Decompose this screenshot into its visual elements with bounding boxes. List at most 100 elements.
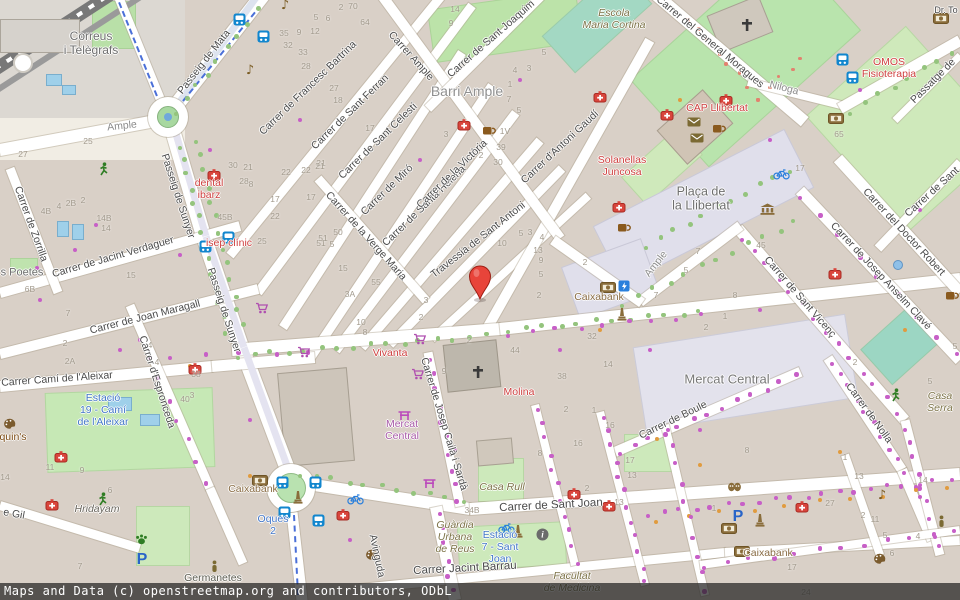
map-dot xyxy=(743,192,748,197)
music-venue-icon: ♪ xyxy=(246,61,254,79)
map-dot xyxy=(875,91,880,96)
map-dot xyxy=(241,322,246,327)
map-dot xyxy=(624,505,628,509)
poi-label: OMOSFisioterapia xyxy=(862,56,916,80)
house-number: 5 xyxy=(314,12,319,22)
map-dot xyxy=(351,346,356,351)
map-dot xyxy=(197,213,202,218)
map-dot xyxy=(552,326,556,330)
poi-label: Caixabank xyxy=(228,483,278,495)
house-number: 4 xyxy=(916,531,921,541)
house-number: 27 xyxy=(18,149,27,159)
map-dot xyxy=(226,44,231,49)
place-label: Correusi Telègrafs xyxy=(64,30,118,58)
map-dot xyxy=(234,307,239,312)
map-dot xyxy=(899,484,903,488)
house-number: 5 xyxy=(928,376,933,386)
house-number: 2 xyxy=(585,483,590,493)
house-number: 2 xyxy=(537,290,542,300)
map-dot xyxy=(275,352,279,356)
map-dot xyxy=(681,499,685,503)
house-number: 1V xyxy=(500,126,510,136)
poi-label: SolanellasJuncosa xyxy=(598,154,646,178)
poi-label: Caixabank xyxy=(574,291,624,303)
house-number: 2 xyxy=(853,357,858,367)
map-dot xyxy=(185,96,190,101)
house-number: 5 xyxy=(684,265,689,275)
house-number: 5 xyxy=(519,228,524,238)
house-number: 3 xyxy=(528,227,533,237)
parking-icon: P xyxy=(137,551,148,569)
house-number: 2 xyxy=(63,338,68,348)
house-number: 2 xyxy=(861,510,866,520)
map-dot xyxy=(745,86,749,90)
poi-label: isep clínic xyxy=(206,237,252,249)
map-dot xyxy=(524,325,529,330)
house-number: 4 xyxy=(57,201,62,211)
house-number: 1 xyxy=(843,452,848,462)
house-number: 17 xyxy=(270,194,279,204)
house-number: 40 xyxy=(180,394,189,404)
map-dot xyxy=(633,443,637,447)
building xyxy=(476,437,514,466)
place-label: Mercat Central xyxy=(684,373,769,388)
map-dot xyxy=(794,372,798,376)
poi-label: Vivanta xyxy=(373,347,408,359)
house-number: 13 xyxy=(614,497,623,507)
poi-label: CasaSerra xyxy=(927,390,953,414)
house-number: 7 xyxy=(78,561,83,571)
map-dot xyxy=(539,323,544,328)
house-number: 6B xyxy=(25,284,35,294)
map-dot xyxy=(383,341,388,346)
map-dot xyxy=(908,440,912,444)
poi-label: EscolaMaria Cortina xyxy=(582,7,645,31)
map-dot xyxy=(682,313,687,318)
map-dot xyxy=(287,351,292,356)
house-number: 18 xyxy=(333,95,342,105)
map-dot xyxy=(910,454,914,458)
house-number: 7 xyxy=(507,94,512,104)
house-number: 13 xyxy=(533,245,542,255)
map-dot xyxy=(818,546,822,550)
poi-label: Molina xyxy=(504,386,535,398)
map-dot xyxy=(182,157,187,162)
house-number: 15 xyxy=(126,270,135,280)
music-venue-icon: ♪ xyxy=(878,486,886,504)
map-dot xyxy=(895,412,899,416)
poi-label: Oques2 xyxy=(258,513,289,537)
map-dot xyxy=(862,372,866,376)
map-dot xyxy=(234,34,239,39)
map-canvas[interactable]: ♪♪♪PPi2725359125627064323328271817211494… xyxy=(0,0,960,600)
house-number: 51 xyxy=(318,233,327,243)
map-dot xyxy=(922,65,927,70)
house-number: 17 xyxy=(787,562,796,572)
house-number: 14 xyxy=(0,472,9,482)
house-number: 50 xyxy=(333,227,342,237)
attribution-bar: Maps and Data (c) openstreetmap.org and … xyxy=(0,583,960,600)
poi-label: dentalibarz xyxy=(195,177,224,201)
map-dot xyxy=(549,454,553,458)
map-dot xyxy=(198,230,203,235)
house-number: 14 xyxy=(918,475,927,485)
map-dot xyxy=(837,341,841,345)
map-dot xyxy=(740,502,744,506)
map-dot xyxy=(187,437,191,441)
map-dot xyxy=(556,481,560,485)
house-number: 9 xyxy=(449,18,454,28)
map-dot xyxy=(730,251,735,256)
street-label: Dr. To xyxy=(934,5,957,15)
house-number: 10 xyxy=(497,238,506,248)
house-number: 13 xyxy=(627,470,636,480)
house-number: 8 xyxy=(745,445,750,455)
map-dot xyxy=(945,486,949,490)
house-number: 3A xyxy=(345,289,355,299)
house-number: 2 xyxy=(81,195,86,205)
house-number: 7 xyxy=(66,308,71,318)
house-number: 11 xyxy=(871,514,880,524)
place-label: s Poetes xyxy=(1,267,44,280)
house-number: 2 xyxy=(467,335,472,345)
swimming-pool xyxy=(140,414,160,426)
map-dot xyxy=(234,295,239,300)
map-marker[interactable] xyxy=(467,265,493,303)
map-dot xyxy=(670,227,675,232)
